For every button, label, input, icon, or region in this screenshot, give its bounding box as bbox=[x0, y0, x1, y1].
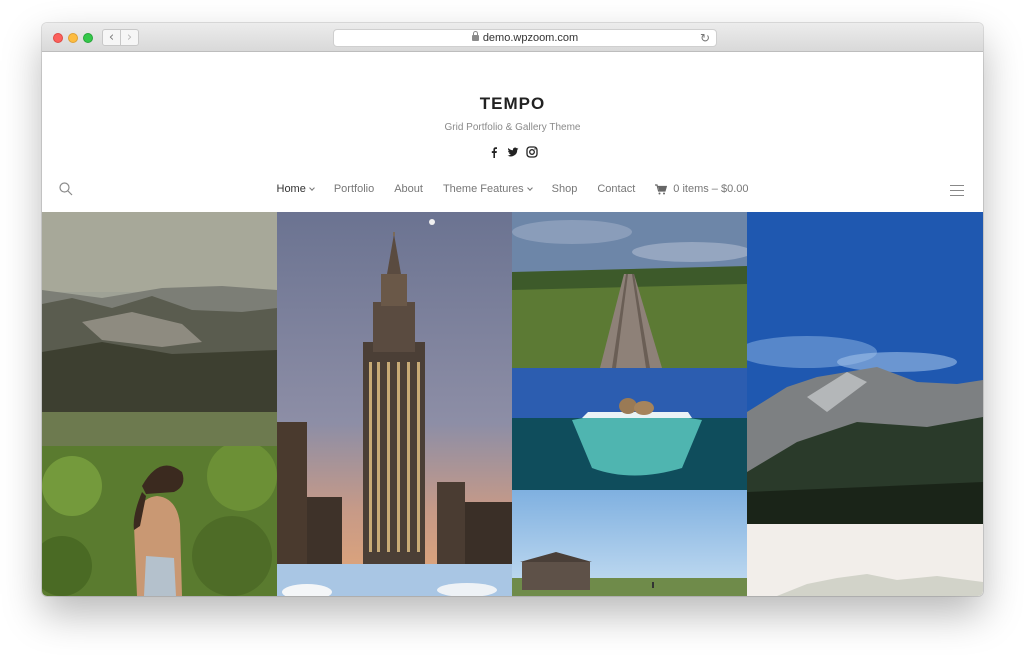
minimize-window-icon[interactable] bbox=[68, 33, 78, 43]
url: demo.wpzoom.com bbox=[482, 32, 579, 44]
close-window-icon[interactable] bbox=[53, 33, 63, 43]
gallery-item-walrus[interactable] bbox=[512, 368, 747, 490]
reload-button[interactable]: ↻ bbox=[700, 31, 710, 45]
nav-item-portfolio[interactable]: Portfolio bbox=[334, 183, 374, 195]
chevron-down-icon bbox=[309, 185, 315, 191]
twitter-icon[interactable] bbox=[507, 145, 519, 157]
nav-item-shop[interactable]: Shop bbox=[552, 183, 578, 195]
gallery-item-hills[interactable] bbox=[42, 212, 277, 446]
cart-icon bbox=[655, 183, 668, 194]
nav-item-theme-features[interactable]: Theme Features bbox=[442, 183, 533, 195]
main-navigation: Home Portfolio About Theme Features Shop… bbox=[42, 183, 983, 195]
nav-item-home[interactable]: Home bbox=[276, 183, 315, 195]
address-bar[interactable]: demo.wpzoom.com ↻ bbox=[333, 29, 717, 47]
nav-label: Home bbox=[276, 183, 306, 195]
gallery-item-sky[interactable] bbox=[277, 564, 512, 596]
instagram-icon[interactable] bbox=[525, 145, 538, 158]
screenshot-stage: ‹ › demo.wpzoom.com ↻ TEMPO Grid Portfol… bbox=[0, 0, 1024, 655]
gallery-item-railroad[interactable] bbox=[512, 212, 747, 368]
nav-item-about[interactable]: About bbox=[394, 183, 423, 195]
address-bar-text: demo.wpzoom.com bbox=[334, 31, 716, 44]
fullscreen-window-icon[interactable] bbox=[83, 33, 93, 43]
nav-label: Theme Features bbox=[442, 183, 524, 195]
gallery-item-mist[interactable] bbox=[747, 524, 983, 596]
site-title[interactable]: TEMPO bbox=[42, 94, 983, 114]
gallery-item-skyscraper[interactable] bbox=[277, 212, 512, 564]
chevron-down-icon bbox=[526, 185, 533, 191]
site-tagline: Grid Portfolio & Gallery Theme bbox=[444, 122, 581, 133]
lock-icon bbox=[471, 31, 479, 41]
cart-link[interactable]: 0 items – $0.00 bbox=[655, 183, 749, 195]
cart-summary: 0 items – $0.00 bbox=[673, 183, 749, 195]
back-button[interactable]: ‹ bbox=[102, 29, 121, 46]
browser-titlebar: ‹ › demo.wpzoom.com ↻ bbox=[42, 23, 983, 52]
gallery-item-barn[interactable] bbox=[512, 490, 747, 596]
web-page: TEMPO Grid Portfolio & Gallery Theme Hom… bbox=[42, 52, 983, 596]
portfolio-grid bbox=[42, 212, 983, 596]
nav-item-contact[interactable]: Contact bbox=[597, 183, 635, 195]
gallery-item-woman[interactable] bbox=[42, 446, 277, 596]
forward-button[interactable]: › bbox=[120, 29, 139, 46]
gallery-item-mountains[interactable] bbox=[747, 212, 983, 524]
social-links bbox=[42, 145, 983, 158]
menu-icon[interactable] bbox=[950, 185, 964, 196]
facebook-icon[interactable] bbox=[488, 145, 500, 158]
browser-window: ‹ › demo.wpzoom.com ↻ TEMPO Grid Portfol… bbox=[42, 23, 983, 596]
